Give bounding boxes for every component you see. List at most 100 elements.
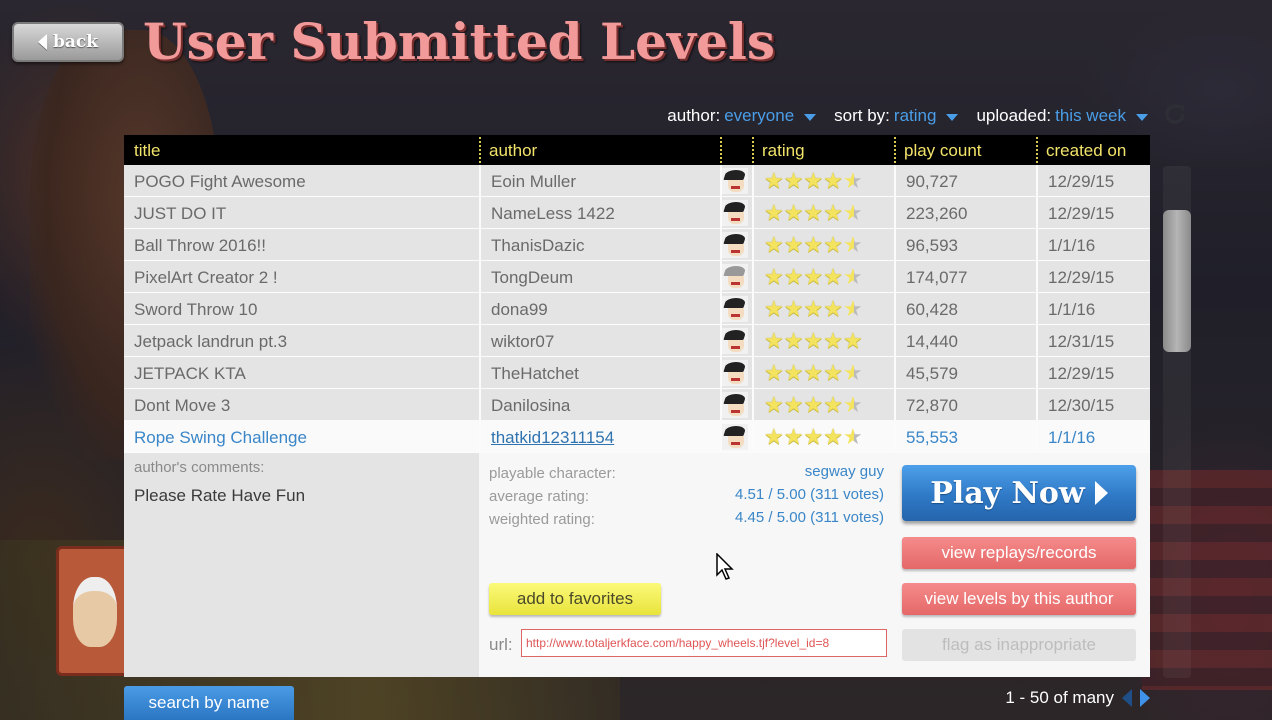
table-row-selected[interactable]: Rope Swing Challenge thatkid12311154 ★ ★ ★ ★ ★…	[124, 421, 1150, 453]
star-icon: ★	[823, 328, 843, 353]
levels-table: title author rating play count created o…	[124, 135, 1150, 677]
star-icon: ★	[783, 392, 804, 417]
weighted-rating-value: 4.45 / 5.00 (311 votes)	[735, 509, 884, 526]
pagination-text: 1 - 50 of many	[1005, 688, 1114, 707]
level-detail-panel: author's comments: Please Rate Have Fun …	[124, 453, 1150, 677]
level-author-cell[interactable]: TongDeum	[479, 261, 720, 292]
level-title-cell: JETPACK KTA	[134, 364, 246, 383]
irresponsible-dad-avatar-icon	[722, 360, 748, 386]
level-author-cell[interactable]: ThanisDazic	[479, 229, 720, 260]
level-author-cell[interactable]: dona99	[479, 293, 720, 324]
average-rating-label: average rating:	[489, 488, 590, 505]
rating-stars: ★ ★ ★ ★ ★	[764, 266, 874, 288]
uploaded-filter-value: this week	[1055, 106, 1126, 125]
pagination: 1 - 50 of many	[1005, 688, 1150, 708]
previous-page-icon[interactable]	[1122, 689, 1132, 707]
column-header-author[interactable]: author	[479, 135, 720, 165]
column-header-title[interactable]: title	[124, 135, 479, 165]
character-label: playable character:	[489, 465, 616, 482]
star-icon: ★	[803, 168, 824, 193]
star-icon: ★	[842, 264, 863, 289]
star-icon: ★	[764, 232, 784, 257]
star-icon: ★	[803, 200, 824, 225]
star-icon: ★	[764, 200, 784, 225]
column-header-created-on[interactable]: created on	[1036, 135, 1150, 165]
column-header-play-count[interactable]: play count	[894, 135, 1036, 165]
created-on-cell: 1/1/16	[1036, 421, 1150, 452]
rating-stars: ★ ★ ★ ★ ★	[764, 202, 874, 224]
star-icon: ★	[764, 264, 784, 289]
uploaded-filter-label: uploaded:	[976, 106, 1052, 125]
search-by-name-button[interactable]: search by name	[124, 686, 294, 720]
rating-stars: ★ ★ ★ ★ ★	[764, 330, 874, 352]
star-icon: ★	[783, 200, 804, 225]
star-icon: ★	[823, 296, 843, 321]
sort-value: rating	[893, 106, 937, 125]
comments-text: Please Rate Have Fun	[134, 486, 306, 505]
author-filter-dropdown[interactable]: author: everyone	[667, 106, 817, 126]
level-author-cell[interactable]: Eoin Muller	[479, 165, 720, 196]
page-title: User Submitted Levels	[143, 12, 775, 71]
level-author-cell[interactable]: wiktor07	[479, 325, 720, 356]
view-author-levels-button[interactable]: view levels by this author	[902, 583, 1136, 615]
star-icon: ★	[783, 296, 804, 321]
play-count-cell: 174,077	[894, 261, 1036, 292]
created-on-cell: 12/29/15	[1036, 165, 1150, 196]
star-icon: ★	[823, 360, 843, 385]
star-icon: ★	[783, 168, 804, 193]
star-icon: ★	[823, 200, 843, 225]
table-row[interactable]: Ball Throw 2016!! ThanisDazic ★ ★ ★ ★ ★ 96,593 1…	[124, 229, 1150, 261]
next-page-icon[interactable]	[1140, 689, 1150, 707]
table-row[interactable]: JUST DO IT NameLess 1422 ★ ★ ★ ★ ★ 223,260 12/29…	[124, 197, 1150, 229]
level-author-cell[interactable]: TheHatchet	[479, 357, 720, 388]
created-on-cell: 12/29/15	[1036, 197, 1150, 228]
star-icon: ★	[783, 328, 804, 353]
table-row[interactable]: Jetpack landrun pt.3 wiktor07 ★ ★ ★ ★ ★ 14,440 1…	[124, 325, 1150, 357]
view-replays-button[interactable]: view replays/records	[902, 537, 1136, 569]
rating-stars: ★ ★ ★ ★ ★	[764, 362, 874, 384]
play-count-cell: 55,553	[894, 421, 1036, 452]
filter-bar: author: everyone sort by: rating uploade…	[667, 104, 1148, 128]
add-to-favorites-button[interactable]: add to favorites	[489, 583, 661, 615]
star-icon: ★	[783, 424, 804, 449]
rating-stars: ★ ★ ★ ★ ★	[764, 426, 874, 448]
flag-inappropriate-button[interactable]: flag as inappropriate	[902, 629, 1136, 661]
refresh-icon[interactable]	[1163, 102, 1187, 126]
irresponsible-dad-avatar-icon	[722, 232, 748, 258]
table-row[interactable]: Dont Move 3 Danilosina ★ ★ ★ ★ ★ 72,870 12/30/15	[124, 389, 1150, 421]
sort-dropdown[interactable]: sort by: rating	[834, 106, 959, 126]
level-title-cell: Sword Throw 10	[134, 300, 258, 319]
star-icon: ★	[842, 200, 863, 225]
play-arrow-icon	[1094, 481, 1108, 505]
irresponsible-dad-avatar-icon	[722, 424, 748, 450]
table-row[interactable]: JETPACK KTA TheHatchet ★ ★ ★ ★ ★ 45,579 12/29/15	[124, 357, 1150, 389]
level-url-field[interactable]: http://www.totaljerkface.com/happy_wheel…	[521, 629, 887, 657]
star-icon: ★	[842, 424, 863, 449]
star-icon: ★	[842, 296, 863, 321]
scrollbar-thumb[interactable]	[1163, 210, 1191, 352]
star-icon: ★	[764, 168, 784, 193]
play-now-button[interactable]: Play Now	[902, 465, 1136, 521]
uploaded-filter-dropdown[interactable]: uploaded: this week	[976, 106, 1148, 126]
star-icon: ★	[803, 360, 824, 385]
level-author-cell[interactable]: thatkid12311154	[479, 421, 720, 452]
column-header-rating[interactable]: rating	[752, 135, 894, 165]
level-author-cell[interactable]: Danilosina	[479, 389, 720, 420]
back-button[interactable]: back	[12, 22, 124, 62]
table-row[interactable]: PixelArt Creator 2 ! TongDeum ★ ★ ★ ★ ★ 174,077…	[124, 261, 1150, 293]
author-comments: author's comments: Please Rate Have Fun	[124, 453, 479, 677]
level-title-cell: JUST DO IT	[134, 204, 227, 223]
star-icon: ★	[823, 168, 843, 193]
rating-stars: ★ ★ ★ ★ ★	[764, 298, 874, 320]
irresponsible-dad-avatar-icon	[722, 168, 748, 194]
star-icon: ★	[783, 264, 804, 289]
star-icon: ★	[764, 328, 784, 353]
play-count-cell: 72,870	[894, 389, 1036, 420]
table-row[interactable]: POGO Fight Awesome Eoin Muller ★ ★ ★ ★ ★ 90,727…	[124, 165, 1150, 197]
table-row[interactable]: Sword Throw 10 dona99 ★ ★ ★ ★ ★ 60,428 1/1/16	[124, 293, 1150, 325]
star-icon: ★	[803, 232, 824, 257]
created-on-cell: 12/29/15	[1036, 357, 1150, 388]
author-filter-label: author:	[667, 106, 721, 125]
level-author-cell[interactable]: NameLess 1422	[479, 197, 720, 228]
star-icon: ★	[842, 360, 863, 385]
